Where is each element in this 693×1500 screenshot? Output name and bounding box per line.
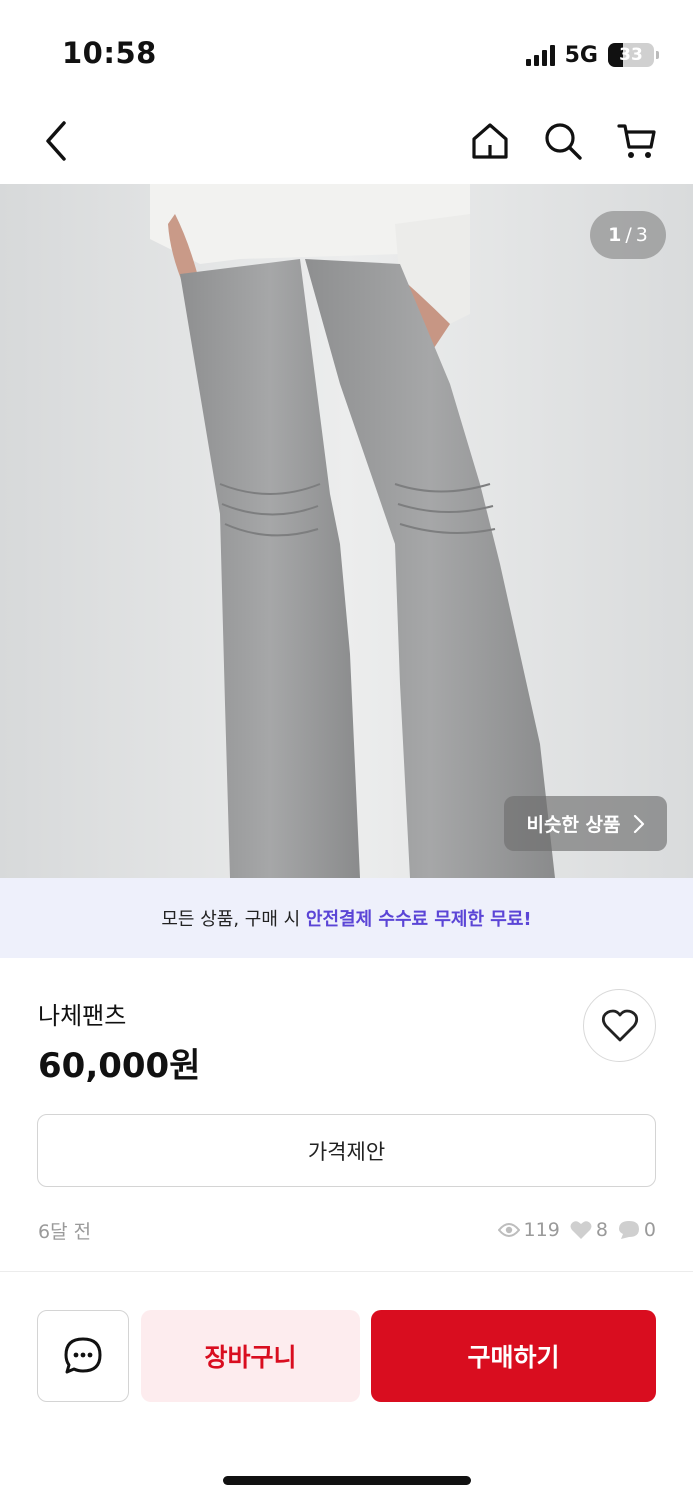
comments-stat: 0 [618,1219,656,1241]
battery-icon: 33 [608,43,654,67]
product-price: 60,000원 [38,1046,201,1086]
posted-time: 6달 전 [38,1220,92,1243]
similar-products-button[interactable]: 비슷한 상품 [504,796,667,851]
search-icon [545,123,582,160]
likes-count: 8 [595,1219,608,1241]
back-button[interactable] [32,116,82,166]
network-label: 5G [564,42,598,68]
product-name: 나체팬츠 [38,1002,127,1030]
top-nav [0,100,693,184]
status-time: 10:58 [62,36,157,70]
views-count: 119 [523,1219,560,1241]
image-counter: 1 / 3 [590,211,666,259]
image-counter-total: 3 [635,224,648,246]
promo-banner[interactable]: 모든 상품, 구매 시 안전결제 수수료 무제한 무료! [0,878,693,958]
promo-text: 모든 상품, 구매 시 [161,909,306,930]
battery-nub [656,51,659,59]
views-stat: 119 [497,1219,560,1241]
signal-icon [525,44,555,66]
search-button[interactable] [538,116,588,166]
likes-stat: 8 [570,1219,608,1241]
image-counter-current: 1 [608,224,622,246]
buy-now-button[interactable]: 구매하기 [371,1310,656,1402]
cart-icon [617,124,656,158]
cart-button[interactable] [612,116,662,166]
product-image-gallery[interactable]: 1 / 3 비슷한 상품 [0,184,693,878]
stats: 119 8 0 [497,1219,656,1241]
promo-highlight: 안전결제 수수료 무제한 무료! [305,909,532,930]
image-counter-separator: / [625,224,632,246]
battery-level: 33 [619,45,643,65]
heart-outline-icon [601,1009,638,1041]
product-photo [0,184,693,878]
price-offer-button[interactable]: 가격제안 [37,1114,656,1187]
similar-products-label: 비슷한 상품 [526,814,621,836]
chat-bubble-icon [64,1337,102,1374]
chevron-left-icon [46,121,66,161]
home-indicator [223,1476,471,1485]
chat-button[interactable] [37,1310,129,1402]
divider [0,1271,693,1272]
comment-icon [618,1221,639,1239]
status-indicators: 5G 33 [525,40,659,70]
chevron-right-icon [633,814,644,833]
comments-count: 0 [643,1219,656,1241]
heart-icon [570,1221,592,1239]
home-button[interactable] [465,116,515,166]
status-bar: 10:58 5G 33 [0,0,693,100]
home-icon [472,123,508,159]
eye-icon [497,1223,520,1237]
meta-row: 6달 전 119 8 0 [38,1214,656,1246]
like-button[interactable] [583,989,656,1062]
add-to-cart-button[interactable]: 장바구니 [141,1310,360,1402]
